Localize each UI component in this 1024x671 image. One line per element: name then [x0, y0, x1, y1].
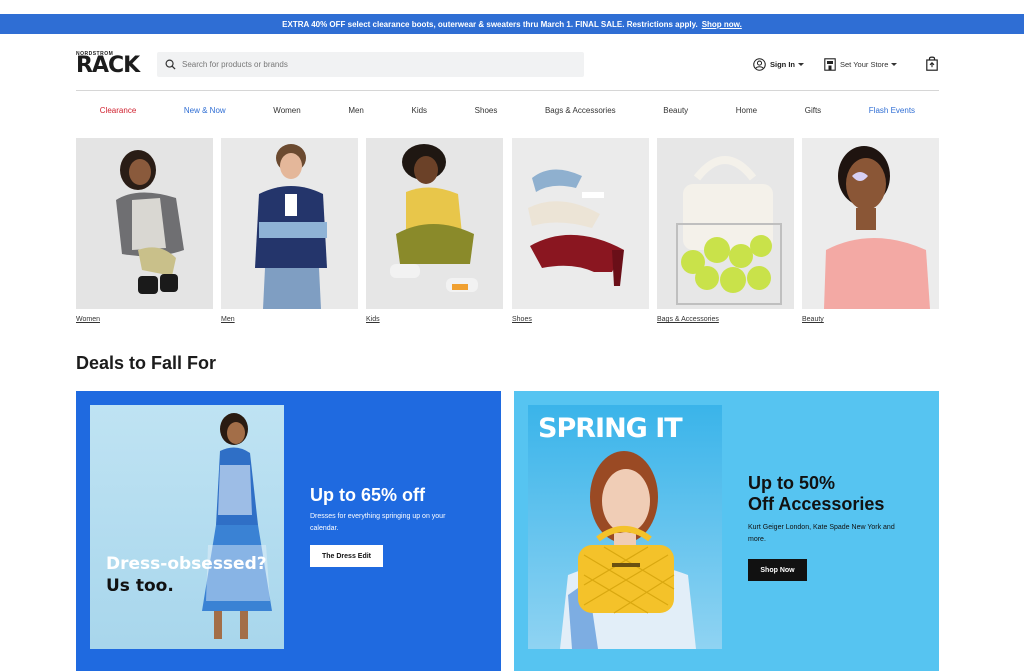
category-tile-beauty[interactable]: Beauty [802, 138, 939, 323]
category-label-shoes[interactable]: Shoes [512, 316, 649, 323]
nordstrom-rack-logo[interactable]: NORDSTROM RACK [76, 51, 144, 78]
dresses-body: Dresses for everything springing up on y… [310, 513, 446, 532]
category-image-kids[interactable] [366, 138, 503, 309]
nav-clearance[interactable]: Clearance [100, 106, 136, 115]
search-icon [165, 59, 176, 70]
promo-bar: EXTRA 40% OFF select clearance boots, ou… [0, 14, 1024, 34]
section-title: Deals to Fall For [76, 353, 217, 373]
main-nav: Clearance New & Now Women Men Kids Shoes… [76, 103, 939, 117]
store-label: Set Your Store [840, 59, 889, 69]
nav-flash-events[interactable]: Flash Events [869, 106, 915, 115]
category-tile-women[interactable]: Women [76, 138, 213, 323]
dress-edit-button[interactable]: The Dress Edit [310, 545, 383, 567]
shop-now-button[interactable]: Shop Now [748, 559, 807, 581]
header-divider [76, 90, 939, 91]
nav-kids[interactable]: Kids [411, 106, 427, 115]
nav-bags-accessories[interactable]: Bags & Accessories [545, 106, 616, 115]
chevron-down-icon [891, 62, 898, 66]
nav-shoes[interactable]: Shoes [475, 106, 498, 115]
category-label-men[interactable]: Men [221, 316, 358, 323]
logo-big-text: RACK [76, 53, 140, 78]
dress-overlay-text: Dress-obsessed? Us too. [106, 553, 267, 597]
category-label-kids[interactable]: Kids [366, 316, 503, 323]
dresses-headline: Up to 65% off [310, 485, 425, 505]
category-image-men[interactable] [221, 138, 358, 309]
category-label-women[interactable]: Women [76, 316, 213, 323]
sign-in-label: Sign In [770, 59, 795, 69]
category-image-shoes[interactable] [512, 138, 649, 309]
dress-overlay-line2: Us too. [106, 576, 174, 596]
user-icon [753, 57, 766, 71]
store-icon [824, 57, 836, 71]
nav-home[interactable]: Home [736, 106, 757, 115]
accessories-headline: Up to 50% Off Accessories [748, 473, 884, 515]
search-bar[interactable] [157, 52, 584, 77]
promo-card-accessories[interactable]: SPRING IT Up to 50% Off Accessories Kurt… [514, 391, 939, 671]
category-label-bags-accessories[interactable]: Bags & Accessories [657, 316, 794, 323]
category-tile-men[interactable]: Men [221, 138, 358, 323]
nav-beauty[interactable]: Beauty [663, 106, 688, 115]
accessories-headline-line2: Off Accessories [748, 494, 885, 514]
accessories-body: Kurt Geiger London, Kate Spade New York … [748, 524, 895, 543]
sign-in-button[interactable]: Sign In [753, 57, 804, 71]
category-image-bags-accessories[interactable] [657, 138, 794, 309]
spring-it-overlay: SPRING IT [538, 413, 683, 444]
promo-shop-now-link[interactable]: Shop now. [702, 20, 742, 29]
promo-text: EXTRA 40% OFF select clearance boots, ou… [282, 19, 698, 29]
search-input[interactable] [182, 60, 562, 69]
accessories-headline-line1: Up to 50% [748, 473, 836, 493]
category-label-beauty[interactable]: Beauty [802, 316, 939, 323]
category-tile-kids[interactable]: Kids [366, 138, 503, 323]
category-image-women[interactable] [76, 138, 213, 309]
accessories-model-image: SPRING IT [528, 405, 722, 649]
nav-men[interactable]: Men [348, 106, 364, 115]
category-image-beauty[interactable] [802, 138, 939, 309]
shopping-bag-icon[interactable] [926, 56, 938, 71]
category-tile-shoes[interactable]: Shoes [512, 138, 649, 323]
dress-overlay-line1: Dress-obsessed? [106, 554, 267, 574]
promo-card-dresses[interactable]: Dress-obsessed? Us too. Up to 65% off Dr… [76, 391, 501, 671]
dress-model-image: Dress-obsessed? Us too. [90, 405, 284, 649]
set-store-button[interactable]: Set Your Store [824, 57, 898, 71]
category-tile-bags-accessories[interactable]: Bags & Accessories [657, 138, 794, 323]
nav-women[interactable]: Women [273, 106, 300, 115]
nav-gifts[interactable]: Gifts [805, 106, 821, 115]
chevron-down-icon [798, 62, 804, 66]
nav-new-now[interactable]: New & Now [184, 106, 226, 115]
